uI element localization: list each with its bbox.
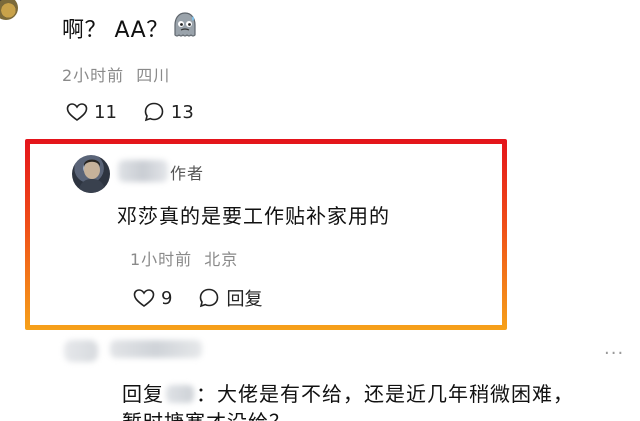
bottom-comment-name-blurred	[110, 340, 202, 358]
author-avatar[interactable]	[72, 155, 110, 193]
heart-icon	[66, 102, 88, 122]
bottom-comment-text: ：大佬是有不给，还是近几年稍微困难，	[196, 382, 574, 406]
mention-blurred	[166, 385, 194, 403]
bottom-comment-avatar-blurred[interactable]	[64, 340, 98, 362]
top-comment-actions: 11 13	[66, 101, 194, 123]
top-comment-reply-count: 13	[170, 101, 194, 123]
more-options-icon[interactable]: ···	[604, 343, 624, 364]
author-reply-meta: 1小时前 北京	[130, 246, 238, 270]
top-comment-location: 四川	[136, 66, 171, 85]
top-comment-like-button[interactable]: 11	[66, 102, 117, 123]
author-badge: 作者	[170, 164, 205, 183]
author-reply-actions: 9 回复	[133, 285, 262, 311]
bottom-comment-text-line2: 暂时搪塞才没给？	[122, 406, 290, 421]
heart-icon	[133, 288, 155, 308]
top-comment-text: 啊？ AA？	[62, 18, 169, 43]
top-comment-time: 2小时前	[62, 66, 125, 85]
comment-bubble-icon	[198, 287, 220, 309]
author-reply-like-button[interactable]: 9	[133, 288, 172, 309]
top-comment-like-count: 11	[94, 101, 117, 123]
author-reply-reply-button[interactable]: 回复	[198, 285, 262, 311]
top-comment-meta: 2小时前 四川	[62, 62, 170, 86]
author-reply-reply-label: 回复	[226, 289, 263, 310]
author-reply-location: 北京	[204, 250, 239, 269]
author-reply-like-count: 9	[161, 287, 173, 309]
author-reply-text: 邓莎真的是要工作贴补家用的	[117, 204, 390, 228]
reply-prefix: 回复	[122, 382, 164, 406]
top-comment-reply-button[interactable]: 13	[143, 101, 194, 123]
author-reply-time: 1小时前	[130, 250, 193, 269]
top-comment-avatar[interactable]	[0, 0, 18, 20]
author-reply-card: 作者 邓莎真的是要工作贴补家用的 1小时前 北京 9 回复	[30, 144, 502, 325]
comment-thread-screen: 啊？ AA？ 2小时前 四川 11 13 作者 邓莎真的是要工作贴补家用的 1小…	[0, 0, 640, 421]
sweat-ghost-emoji-icon	[170, 10, 200, 40]
author-name-blurred	[118, 160, 168, 182]
bottom-comment-text-line1: 回复 ：大佬是有不给，还是近几年稍微困难，	[122, 378, 574, 407]
highlight-frame: 作者 邓莎真的是要工作贴补家用的 1小时前 北京 9 回复	[25, 139, 507, 330]
comment-bubble-icon	[143, 101, 165, 123]
